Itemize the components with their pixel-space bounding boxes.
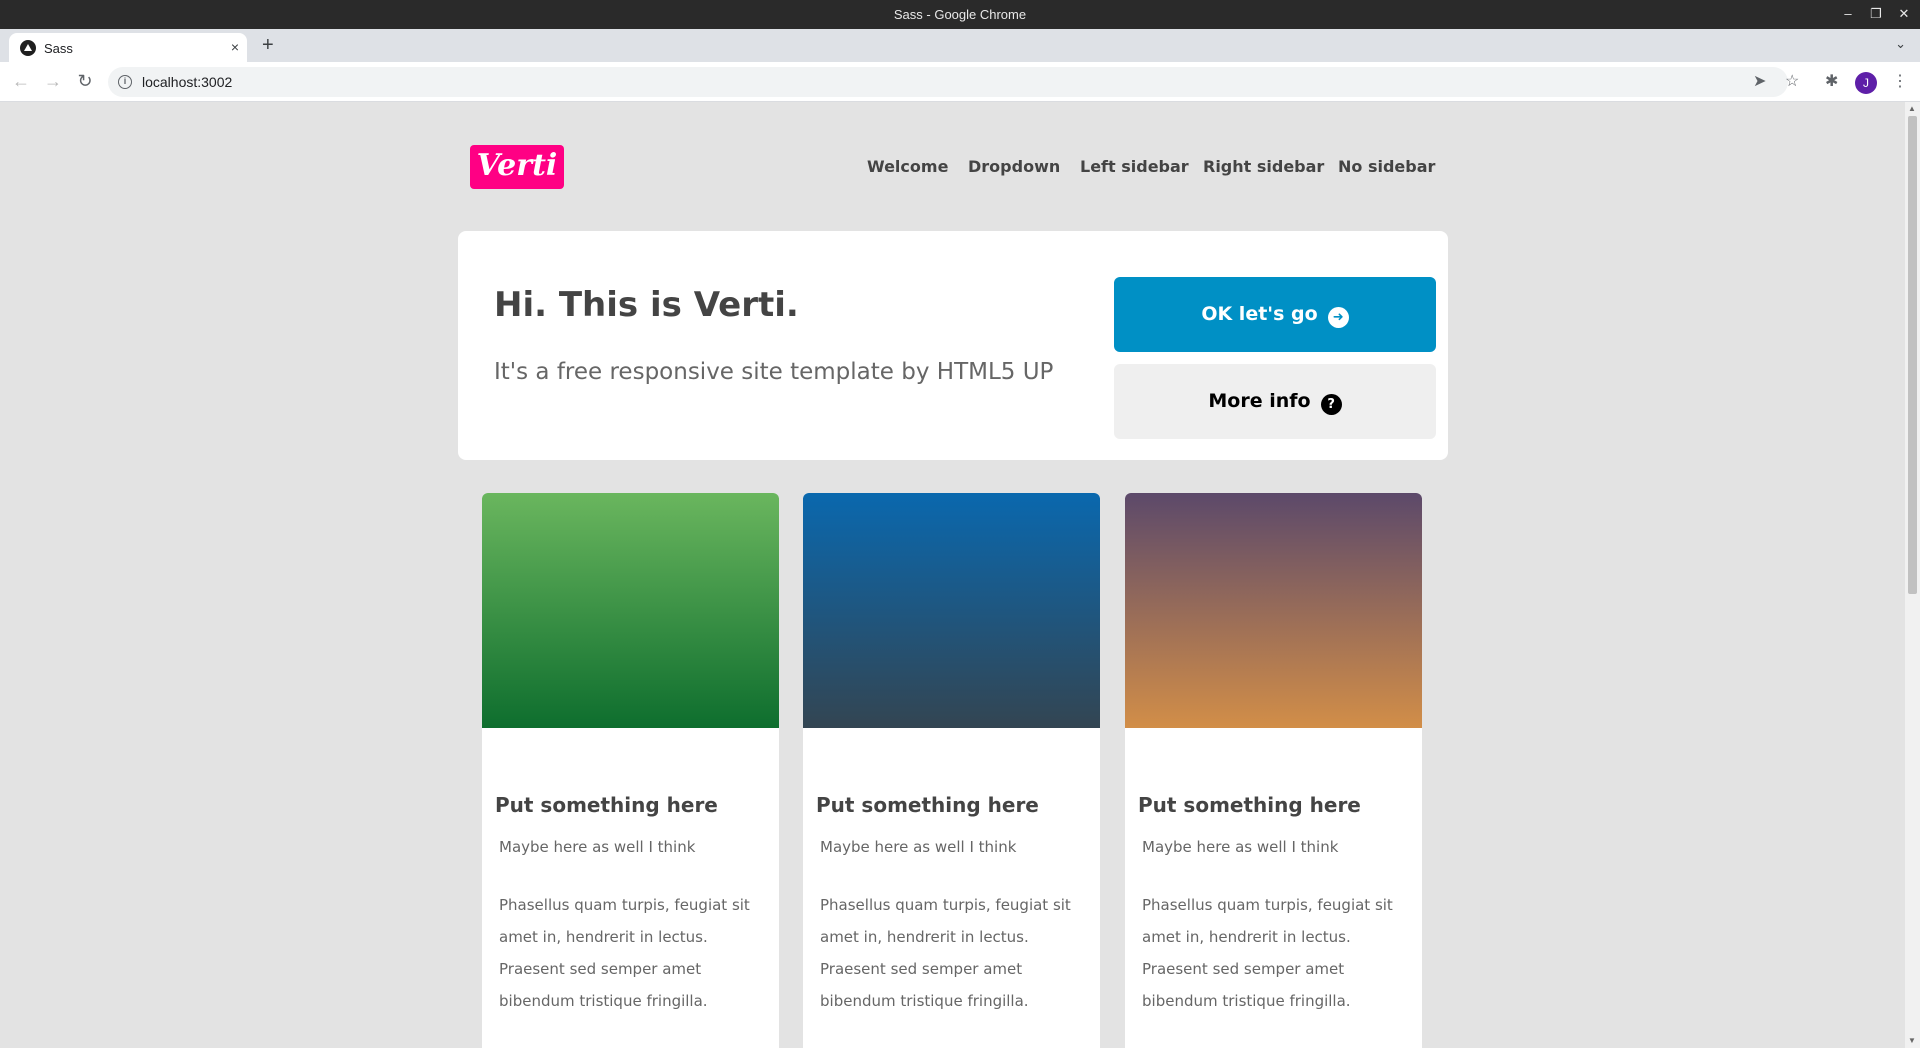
window-titlebar: Sass - Google Chrome – ❐ ✕	[0, 0, 1920, 29]
site-logo[interactable]: Verti	[470, 145, 564, 189]
forward-icon[interactable]: →	[42, 71, 64, 91]
nav-welcome[interactable]: Welcome	[867, 157, 948, 176]
browser-tab[interactable]: Sass ×	[9, 33, 247, 62]
tab-search-icon[interactable]: ⌄	[1895, 36, 1906, 52]
reload-icon[interactable]: ↻	[74, 71, 96, 91]
page-viewport: Verti Welcome Dropdown Left sidebar Righ…	[0, 102, 1905, 1048]
card-subtitle: Maybe here as well I think	[820, 838, 1017, 856]
hero-subtitle: It's a free responsive site template by …	[494, 359, 1054, 385]
ok-lets-go-button[interactable]: OK let's go ➜	[1114, 277, 1436, 352]
feature-card: Put something here Maybe here as well I …	[803, 493, 1100, 1048]
extensions-icon[interactable]: ✱	[1825, 72, 1838, 92]
nav-left-sidebar[interactable]: Left sidebar	[1080, 157, 1189, 176]
send-icon[interactable]: ➤	[1753, 72, 1766, 92]
tab-close-icon[interactable]: ×	[231, 39, 239, 55]
card-body: Phasellus quam turpis, feugiat sit amet …	[820, 896, 1071, 1010]
url-text[interactable]: localhost:3002	[142, 74, 232, 90]
address-bar[interactable]: i localhost:3002 ➤	[108, 67, 1788, 97]
favicon-icon	[20, 40, 36, 56]
minimize-icon[interactable]: –	[1840, 6, 1856, 22]
card-title: Put something here	[816, 793, 1039, 817]
bookmark-star-icon[interactable]: ☆	[1785, 72, 1799, 92]
card-body: Phasellus quam turpis, feugiat sit amet …	[1142, 896, 1393, 1010]
card-title: Put something here	[1138, 793, 1361, 817]
site-info-icon[interactable]: i	[118, 75, 132, 89]
card-image[interactable]	[482, 493, 779, 728]
card-title: Put something here	[495, 793, 718, 817]
arrow-circle-right-icon: ➜	[1327, 307, 1349, 328]
card-image[interactable]	[803, 493, 1100, 728]
hero-title: Hi. This is Verti.	[494, 285, 799, 325]
more-info-label: More info	[1208, 390, 1311, 412]
hero-banner: Hi. This is Verti. It's a free responsiv…	[458, 231, 1448, 460]
feature-card: Put something here Maybe here as well I …	[1125, 493, 1422, 1048]
scroll-up-icon[interactable]: ▲	[1908, 104, 1916, 113]
back-icon[interactable]: ←	[10, 71, 32, 91]
feature-card: Put something here Maybe here as well I …	[482, 493, 779, 1048]
ok-lets-go-label: OK let's go	[1201, 303, 1318, 325]
card-image[interactable]	[1125, 493, 1422, 728]
scroll-thumb[interactable]	[1908, 116, 1917, 594]
card-subtitle: Maybe here as well I think	[499, 838, 696, 856]
more-info-button[interactable]: More info?	[1114, 364, 1436, 439]
restore-icon[interactable]: ❐	[1868, 6, 1884, 22]
nav-dropdown[interactable]: Dropdown	[968, 157, 1060, 176]
profile-avatar[interactable]: J	[1855, 72, 1877, 94]
nav-no-sidebar[interactable]: No sidebar	[1338, 157, 1435, 176]
window-title: Sass - Google Chrome	[893, 7, 1027, 22]
new-tab-icon[interactable]: +	[262, 35, 274, 55]
tab-title: Sass	[44, 41, 73, 56]
scroll-down-icon[interactable]: ▼	[1908, 1036, 1916, 1045]
page-scrollbar[interactable]: ▲ ▼	[1905, 102, 1920, 1048]
nav-right-sidebar[interactable]: Right sidebar	[1203, 157, 1324, 176]
browser-toolbar: ← → ↻ i localhost:3002 ➤ ☆ ✱ J ⋮	[0, 62, 1920, 102]
question-circle-icon: ?	[1320, 394, 1342, 415]
chrome-menu-icon[interactable]: ⋮	[1892, 72, 1908, 92]
card-subtitle: Maybe here as well I think	[1142, 838, 1339, 856]
close-window-icon[interactable]: ✕	[1896, 6, 1912, 22]
tab-strip: Sass × + ⌄	[0, 29, 1920, 62]
card-body: Phasellus quam turpis, feugiat sit amet …	[499, 896, 750, 1010]
